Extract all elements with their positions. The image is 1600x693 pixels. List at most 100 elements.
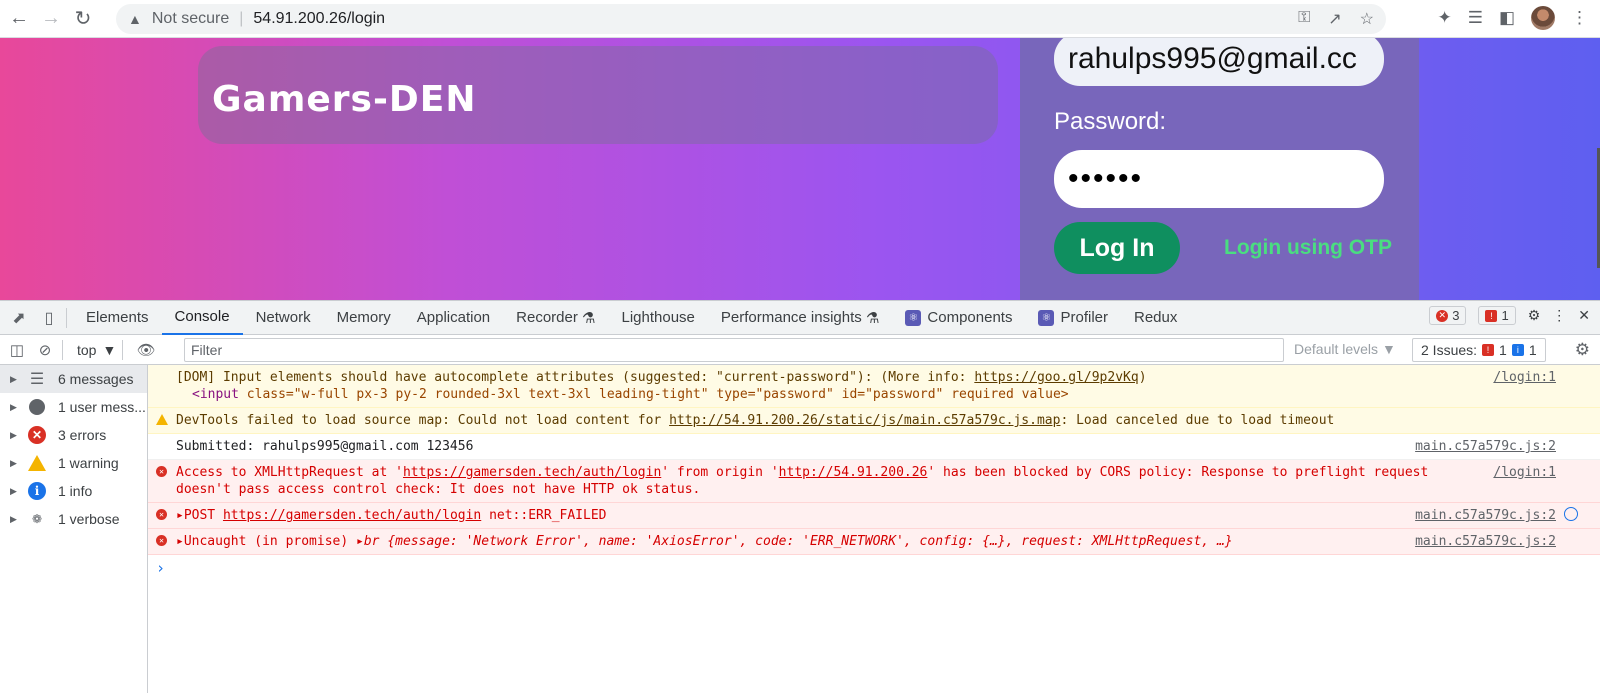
issues-error-count: 1 [1499,342,1507,358]
message-source[interactable]: /login:1 [1493,369,1556,386]
url-text[interactable]: 54.91.200.26/login [253,10,385,28]
message-link[interactable]: http://54.91.200.26/static/js/main.c57a5… [669,413,1060,428]
tab-elements[interactable]: Elements [73,301,162,335]
message-close: ) [1138,370,1147,385]
clear-console-icon[interactable]: ⊘ [34,339,56,361]
message-link[interactable]: https://goo.gl/9p2vKq [974,370,1138,385]
expand-triangle-icon[interactable]: ▸ [176,508,184,523]
info-icon: i [28,482,46,500]
issues-button[interactable]: 2 Issues: ! 1 i1 [1412,338,1546,362]
warning-triangle-icon[interactable]: ▲ [128,11,142,27]
sidebar-item-warnings[interactable]: ▶ 1 warning [0,449,147,477]
tab-recorder[interactable]: Recorder ⚗ [503,301,608,335]
message-tail: net::ERR_FAILED [481,508,607,523]
message-link[interactable]: https://gamersden.tech/auth/login [403,465,661,480]
address-bar[interactable]: ▲ Not secure | 54.91.200.26/login ⚿ ↗ ☆ [116,4,1386,34]
message-source[interactable]: main.c57a579c.js:2 [1415,438,1556,455]
kebab-menu-icon[interactable]: ⋮ [1571,8,1588,28]
message-body: POST [183,508,223,523]
error-counter[interactable]: ✕ 3 [1429,306,1467,325]
password-input[interactable]: •••••• [1054,150,1384,208]
issues-label: 2 Issues: [1421,342,1478,358]
side-panel-icon[interactable]: ◧ [1499,8,1515,28]
console-toolbar: ◫ ⊘ top ▼ 👁 Filter Default levels ▼ 2 Iss… [0,335,1600,365]
profile-avatar[interactable] [1531,6,1555,30]
tab-profiler[interactable]: ⚛ Profiler [1025,301,1121,335]
message-source[interactable]: /login:1 [1493,464,1556,481]
tab-network[interactable]: Network [243,301,324,335]
puzzle-extensions-icon[interactable]: ✦ [1437,8,1451,28]
browser-toolbar: ← → ↻ ▲ Not secure | 54.91.200.26/login … [0,0,1600,38]
key-icon[interactable]: ⚿ [1298,9,1310,29]
devtools-menu-icon[interactable]: ⋮ [1552,307,1566,324]
expand-triangle-icon[interactable]: ▸ [356,534,364,549]
star-icon[interactable]: ☆ [1360,9,1374,29]
console-message-warning: DevTools failed to load source map: Coul… [148,408,1600,434]
brand-title: Gamers-DEN [212,79,477,120]
tab-memory[interactable]: Memory [324,301,404,335]
device-toolbar-icon[interactable]: ▯ [38,307,60,329]
tab-console[interactable]: Console [161,301,243,335]
sidebar-item-verbose[interactable]: ▶ ❁ 1 verbose [0,505,147,533]
tab-redux[interactable]: Redux [1121,301,1190,335]
sidebar-toggle-icon[interactable]: ◫ [6,339,28,361]
expand-triangle-icon[interactable]: ▸ [176,534,184,549]
settings-gear-icon[interactable]: ⚙ [1528,307,1541,324]
media-playlist-icon[interactable]: ☰ [1468,8,1483,28]
sidebar-item-info[interactable]: ▶ i 1 info [0,477,147,505]
close-devtools-icon[interactable]: ✕ [1578,307,1590,324]
tab-performance-insights[interactable]: Performance insights ⚗ [708,301,893,335]
console-prompt[interactable]: › [148,555,1600,577]
eye-live-expression-icon[interactable]: 👁 [135,339,157,361]
log-levels-dropdown[interactable]: Default levels ▼ [1294,341,1396,357]
network-request-icon[interactable] [1564,507,1578,521]
login-button[interactable]: Log In [1054,222,1180,274]
login-panel: rahulps995@gmail.cc Password: •••••• Log… [1020,38,1419,300]
user-icon [28,398,46,416]
issue-info-flag-icon: i [1511,344,1524,356]
expand-triangle-icon[interactable]: ▶ [10,430,28,441]
share-icon[interactable]: ↗ [1328,9,1341,29]
forward-arrow-icon[interactable]: → [38,6,64,32]
devtools-tabbar: ⬈ ▯ Elements Console Network Memory Appl… [0,301,1600,335]
error-icon: ✕ [156,509,167,520]
sidebar-item-user-messages[interactable]: ▶ 1 user mess... [0,393,147,421]
expand-triangle-icon[interactable]: ▶ [10,374,28,385]
message-text: [DOM] Input elements should have autocom… [176,369,1600,386]
expand-triangle-icon[interactable]: ▶ [10,458,28,469]
warning-icon [156,414,168,425]
tab-lighthouse[interactable]: Lighthouse [608,301,707,335]
message-source[interactable]: main.c57a579c.js:2 [1415,507,1556,524]
console-filter-input[interactable]: Filter [184,338,1284,362]
login-otp-link[interactable]: Login using OTP [1224,236,1392,260]
issue-error-flag-icon: ! [1482,344,1495,356]
expand-triangle-icon[interactable]: ▶ [10,402,28,413]
back-arrow-icon[interactable]: ← [6,6,32,32]
email-input[interactable]: rahulps995@gmail.cc [1054,38,1384,86]
message-source[interactable]: main.c57a579c.js:2 [1415,533,1556,550]
tab-application[interactable]: Application [404,301,503,335]
sidebar-item-messages[interactable]: ▶ ☰ 6 messages [0,365,147,393]
console-sidebar: ▶ ☰ 6 messages ▶ 1 user mess... ▶ ✕ 3 errors … [0,365,148,693]
inspect-element-icon[interactable]: ⬈ [8,307,30,329]
error-circle-icon: ✕ [1436,309,1449,322]
sidebar-item-label: 1 info [58,483,93,499]
flask-icon: ⚗ [582,309,596,327]
log-levels-label: Default levels [1294,341,1379,357]
message-code[interactable]: <input class="w-full px-3 py-2 rounded-3… [176,386,1600,403]
reload-icon[interactable]: ↻ [70,6,96,32]
issue-count: 1 [1501,308,1509,323]
react-profiler-icon: ⚛ [1038,309,1055,326]
message-object[interactable]: br {message: 'Network Error', name: 'Axi… [364,534,1233,549]
expand-triangle-icon[interactable]: ▶ [10,514,28,525]
context-selector[interactable]: top ▼ [77,342,116,358]
prompt-chevron-icon: › [156,559,166,577]
issue-counter[interactable]: ! 1 [1478,306,1516,325]
sidebar-item-errors[interactable]: ▶ ✕ 3 errors [0,421,147,449]
message-text: Access to XMLHttpRequest at 'https://gam… [176,464,1600,481]
expand-triangle-icon[interactable]: ▶ [10,486,28,497]
tab-components[interactable]: ⚛ Components [892,301,1025,335]
message-link[interactable]: https://gamersden.tech/auth/login [223,508,481,523]
message-link[interactable]: http://54.91.200.26 [779,465,928,480]
console-settings-gear-icon[interactable]: ⚙ [1575,340,1590,360]
